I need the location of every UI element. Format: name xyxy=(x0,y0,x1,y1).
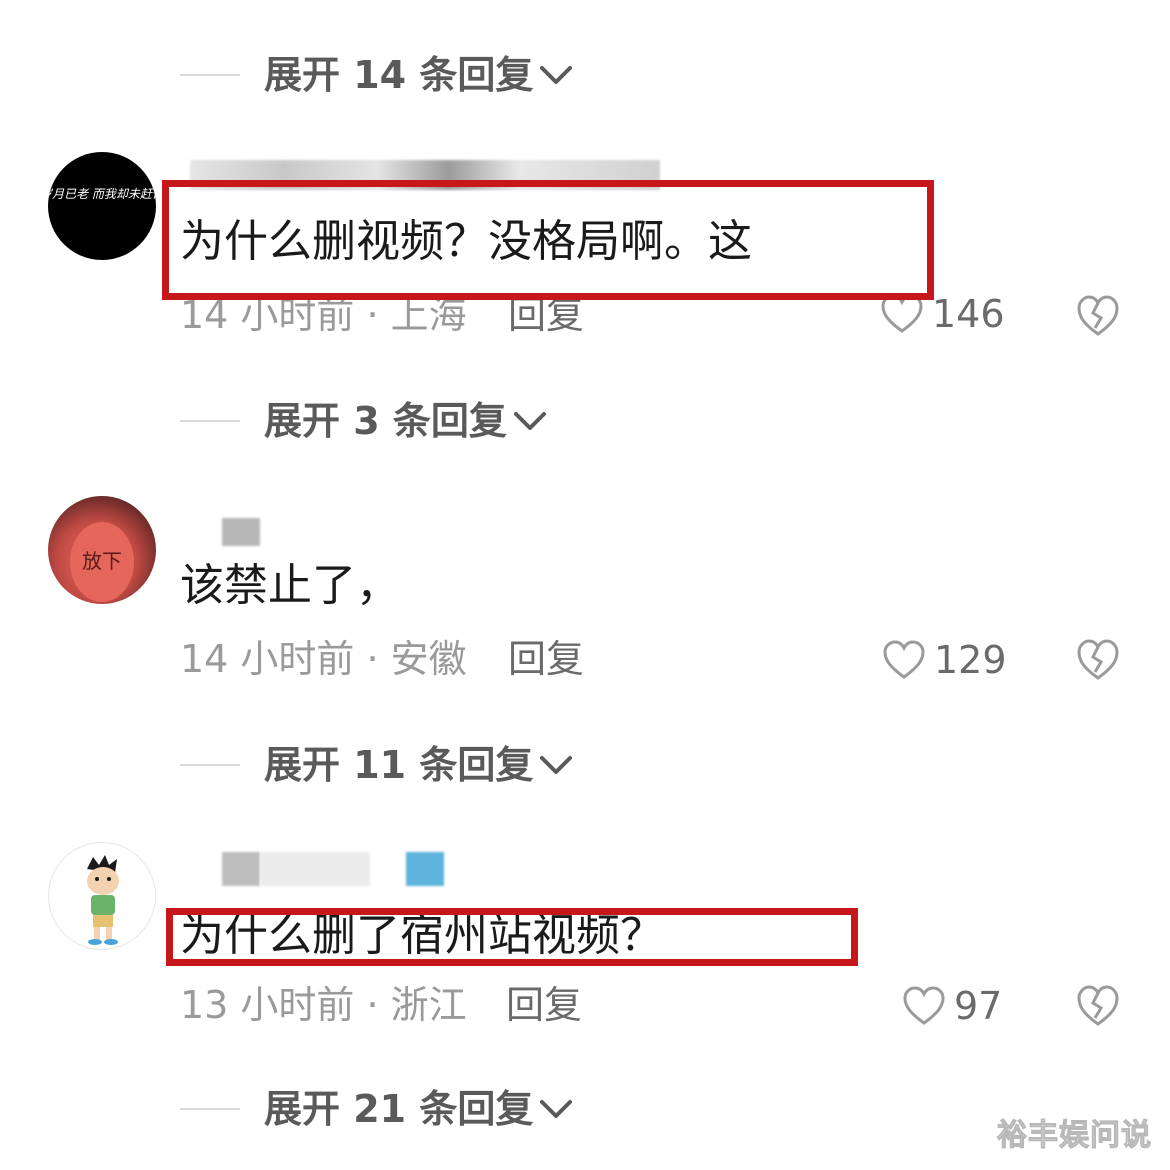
divider-line xyxy=(180,420,240,422)
divider-line xyxy=(180,74,240,76)
heart-icon xyxy=(881,294,923,333)
username-blurred[interactable] xyxy=(406,852,444,886)
avatar[interactable]: 岁月已老 而我却未赶你 xyxy=(48,152,156,260)
expand-replies-label: 展开 14 条回复 xyxy=(264,53,534,97)
broken-heart-icon[interactable] xyxy=(1076,638,1120,682)
watermark: 裕丰娱问说 xyxy=(997,1118,1152,1154)
expand-replies-3[interactable]: 展开 11 条回复 xyxy=(0,734,1170,794)
heart-icon xyxy=(883,640,925,679)
avatar[interactable] xyxy=(48,842,156,950)
comment-2: 放下 该禁止了， 14 小时前 · 安徽 回复 129 xyxy=(0,494,1170,694)
avatar[interactable]: 放下 xyxy=(48,496,156,604)
avatar-image xyxy=(87,855,119,945)
like-count: 146 xyxy=(932,292,1005,336)
comment-meta: 14 小时前 · 上海 xyxy=(180,293,467,337)
avatar-tag-text: 放下 xyxy=(82,549,122,573)
like-button[interactable]: 146 xyxy=(880,294,1005,334)
chevron-down-icon xyxy=(540,756,573,774)
comment-meta: 13 小时前 · 浙江 xyxy=(180,983,467,1027)
like-count: 129 xyxy=(934,638,1007,682)
broken-heart-icon[interactable] xyxy=(1076,984,1120,1028)
like-button[interactable]: 129 xyxy=(882,640,1007,680)
chevron-down-icon xyxy=(540,66,573,84)
reply-button[interactable]: 回复 xyxy=(508,296,584,334)
avatar-calligraphy: 岁月已老 而我却未赶你 xyxy=(48,187,156,201)
divider-line xyxy=(180,764,240,766)
username-blurred[interactable] xyxy=(222,852,260,886)
chevron-down-icon xyxy=(513,412,546,430)
expand-replies-2[interactable]: 展开 3 条回复 xyxy=(0,390,1170,450)
expand-replies-label: 展开 3 条回复 xyxy=(264,399,507,443)
avatar-image: 放下 xyxy=(70,522,134,602)
expand-replies-label: 展开 21 条回复 xyxy=(264,1087,534,1131)
comment-text: 该禁止了， xyxy=(180,560,400,611)
broken-heart-icon[interactable] xyxy=(1076,294,1120,338)
expand-replies-4[interactable]: 展开 21 条回复 xyxy=(0,1078,1170,1138)
avatar-image: 岁月已老 而我却未赶你 xyxy=(48,187,156,201)
username-blurred[interactable] xyxy=(222,518,260,546)
divider-line xyxy=(180,1108,240,1110)
comment-meta: 14 小时前 · 安徽 xyxy=(180,637,467,681)
chevron-down-icon xyxy=(540,1100,573,1118)
like-count: 97 xyxy=(954,984,1003,1028)
expand-replies-1[interactable]: 展开 14 条回复 xyxy=(0,44,1170,104)
username-blurred[interactable] xyxy=(260,852,370,886)
highlight-box-1 xyxy=(162,180,934,300)
reply-button[interactable]: 回复 xyxy=(506,986,582,1024)
expand-replies-label: 展开 11 条回复 xyxy=(264,743,534,787)
heart-icon xyxy=(903,986,945,1025)
like-button[interactable]: 97 xyxy=(902,986,1002,1026)
highlight-box-2 xyxy=(166,908,858,966)
reply-button[interactable]: 回复 xyxy=(508,640,584,678)
